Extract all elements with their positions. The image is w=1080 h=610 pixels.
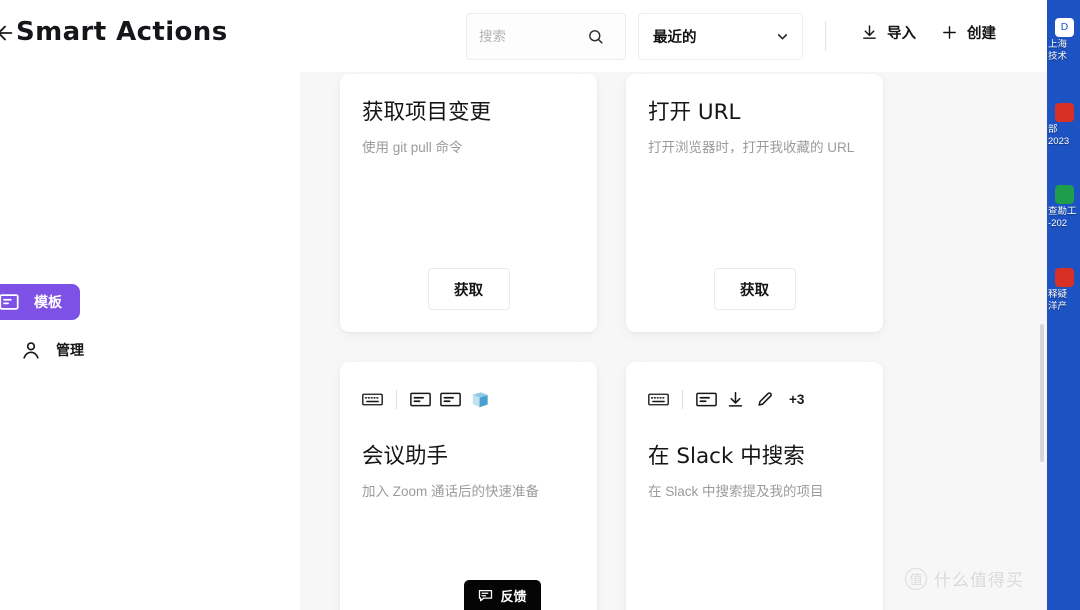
- search-icon[interactable]: [587, 28, 604, 45]
- desktop-icon-label-line2: 2023: [1048, 135, 1070, 147]
- feedback-button[interactable]: 反馈: [464, 580, 541, 610]
- card-action-button[interactable]: 获取: [427, 268, 510, 310]
- desktop-icon-label-line2: 技术: [1048, 50, 1068, 62]
- sort-dropdown[interactable]: 最近的: [638, 13, 803, 60]
- screen-root: Smart Actions 最近的: [0, 0, 1080, 610]
- sidebar-item-templates[interactable]: 模板: [0, 284, 80, 320]
- template-card[interactable]: +3 在 Slack 中搜索 在 Slack 中搜索提及我的项目: [626, 362, 883, 610]
- card-title: 会议助手: [362, 444, 449, 469]
- sidebar-item-templates-label: 模板: [34, 294, 62, 310]
- sidebar: 模板 管理: [0, 72, 300, 610]
- template-card[interactable]: 获取项目变更 使用 git pull 命令 获取: [340, 74, 597, 332]
- card-description: 打开浏览器时，打开我收藏的 URL: [648, 139, 855, 155]
- person-icon: [20, 339, 42, 361]
- icon-divider: [396, 389, 397, 409]
- page-title: Smart Actions: [16, 17, 228, 47]
- template-card-grid: 获取项目变更 使用 git pull 命令 获取 打开 URL 打开浏览器时，打…: [340, 74, 883, 610]
- desktop-icon-label-line1: 查勘工: [1048, 206, 1077, 217]
- sort-dropdown-value: 最近的: [653, 30, 697, 46]
- card-action-button[interactable]: 获取: [713, 268, 796, 310]
- card-title: 打开 URL: [648, 100, 741, 125]
- plus-icon: [941, 24, 958, 41]
- icon-divider: [682, 389, 683, 409]
- app-header: Smart Actions 最近的: [0, 0, 1047, 72]
- import-button-label: 导入: [887, 26, 916, 42]
- header-divider: [825, 21, 826, 51]
- note-icon: [440, 391, 461, 408]
- sidebar-item-manage-label: 管理: [56, 342, 84, 358]
- card-description: 加入 Zoom 通话后的快速准备: [362, 483, 540, 499]
- search-input[interactable]: [479, 14, 587, 59]
- sidebar-item-manage[interactable]: 管理: [0, 332, 102, 368]
- create-button-label: 创建: [967, 26, 996, 42]
- desktop-icon-item[interactable]: D 上海 技术: [1047, 18, 1080, 63]
- content-scrollbar[interactable]: [1040, 324, 1044, 462]
- desktop-icon-label-line1: 部: [1048, 124, 1058, 135]
- desktop-background-strip: D 上海 技术 部 2023 查勘工 -202 释疑 洋产: [1047, 0, 1080, 610]
- download-icon: [861, 24, 878, 41]
- download-icon: [726, 391, 747, 408]
- keyboard-icon: [362, 391, 383, 408]
- card-icon-overflow-count: +3: [789, 391, 805, 407]
- template-content-area: 获取项目变更 使用 git pull 命令 获取 打开 URL 打开浏览器时，打…: [300, 72, 1047, 610]
- desktop-pdf-icon: [1055, 268, 1074, 287]
- speech-bubble-icon: [478, 588, 493, 603]
- desktop-icon-item[interactable]: 部 2023: [1047, 103, 1080, 148]
- template-card[interactable]: 打开 URL 打开浏览器时，打开我收藏的 URL 获取: [626, 74, 883, 332]
- import-button[interactable]: 导入: [861, 22, 916, 43]
- note-icon: [696, 391, 717, 408]
- card-title: 获取项目变更: [362, 100, 492, 125]
- desktop-file-icon: D: [1055, 18, 1074, 37]
- back-arrow-icon[interactable]: [0, 22, 16, 44]
- template-card-icon: [0, 291, 20, 313]
- card-description: 使用 git pull 命令: [362, 139, 463, 155]
- desktop-icon-item[interactable]: 查勘工 -202: [1047, 185, 1080, 230]
- desktop-icon-label-line2: 洋产: [1048, 300, 1068, 312]
- blue-book-icon: [470, 391, 491, 408]
- smart-actions-app-window: Smart Actions 最近的: [0, 0, 1047, 610]
- template-card[interactable]: 会议助手 加入 Zoom 通话后的快速准备: [340, 362, 597, 610]
- card-icon-row: [362, 388, 575, 410]
- card-description: 在 Slack 中搜索提及我的项目: [648, 483, 824, 499]
- chevron-down-icon: [776, 30, 789, 43]
- desktop-icon-label-line2: -202: [1048, 217, 1068, 229]
- card-title: 在 Slack 中搜索: [648, 444, 805, 469]
- feedback-button-label: 反馈: [500, 588, 527, 604]
- note-icon: [410, 391, 431, 408]
- create-button[interactable]: 创建: [941, 22, 996, 43]
- desktop-icon-label-line1: 释疑: [1048, 289, 1068, 300]
- pencil-icon: [756, 391, 777, 408]
- desktop-excel-icon: [1055, 185, 1074, 204]
- keyboard-icon: [648, 391, 669, 408]
- desktop-pdf-icon: [1055, 103, 1074, 122]
- desktop-icon-item[interactable]: 释疑 洋产: [1047, 268, 1080, 313]
- desktop-icon-label-line1: 上海: [1048, 39, 1068, 50]
- search-box[interactable]: [466, 13, 626, 60]
- card-icon-row: +3: [648, 388, 861, 410]
